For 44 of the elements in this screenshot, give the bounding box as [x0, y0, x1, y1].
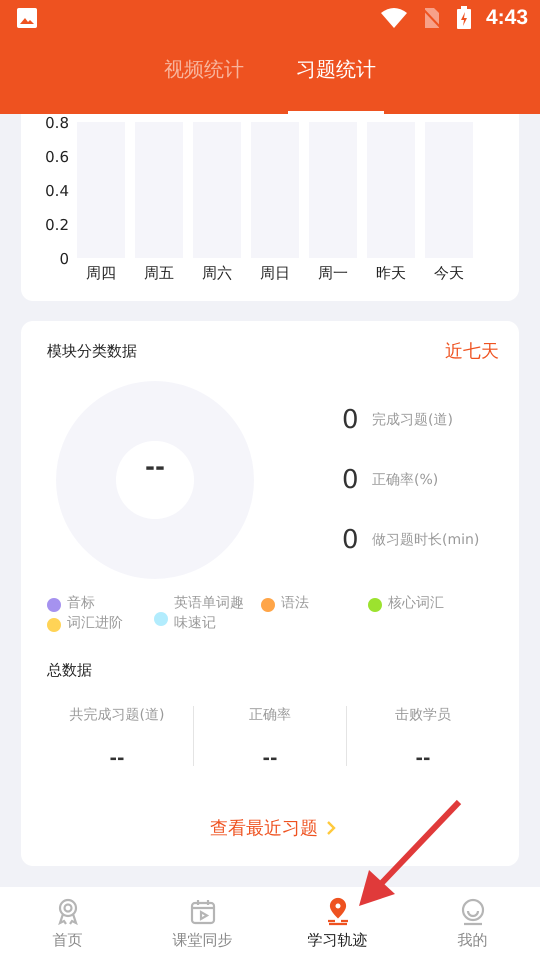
axis-category-label: 昨天: [376, 264, 406, 282]
axis-tick-label: 0.8: [45, 114, 69, 132]
axis-category-label: 周五: [144, 264, 174, 282]
axis-category-label: 今天: [434, 264, 464, 282]
tab[interactable]: 视频统计: [156, 36, 252, 114]
legend-label: 核心词汇: [388, 594, 444, 613]
stat-label: 完成习题(道): [372, 411, 453, 429]
total-value: --: [110, 748, 124, 769]
axis-tick-label: 0.6: [45, 148, 69, 166]
stat-value: 0: [342, 525, 358, 555]
clock-time: 4:43: [486, 6, 528, 30]
section-title: 模块分类数据: [47, 342, 137, 360]
stat-value: 0: [342, 405, 358, 435]
total-value: --: [416, 748, 430, 769]
axis-category-label: 周一: [318, 264, 348, 282]
stat-label: 正确率(%): [372, 471, 438, 489]
donut-center-value: --: [144, 453, 166, 481]
chevron-right-icon: [326, 820, 336, 836]
legend-label: 英语单词趣味速记: [174, 594, 245, 633]
date-range-link[interactable]: 近七天: [445, 339, 499, 363]
stat-label: 做习题时长(min): [372, 531, 480, 549]
nav-tab[interactable]: 学习轨迹: [270, 887, 405, 960]
battery-charging-icon: [456, 6, 472, 30]
nav-tab[interactable]: 我的: [405, 887, 540, 960]
total-label: 共完成习题(道): [70, 706, 164, 724]
image-icon: [16, 7, 38, 29]
axis-tick-label: 0.4: [45, 182, 69, 200]
recent-exercises-link[interactable]: 查看最近习题: [210, 816, 336, 840]
axis-tick-label: 0: [59, 250, 69, 268]
axis-category-label: 周四: [86, 264, 116, 282]
total-label: 击败学员: [395, 706, 451, 724]
nav-tab[interactable]: 课堂同步: [135, 887, 270, 960]
stat-value: 0: [342, 465, 358, 495]
axis-tick-label: 0.2: [45, 216, 69, 234]
total-label: 正确率: [249, 706, 291, 724]
legend-label: 音标: [67, 594, 95, 613]
section-title: 总数据: [47, 661, 93, 680]
total-value: --: [262, 748, 278, 769]
nav-tab[interactable]: 首页: [0, 887, 135, 960]
legend-label: 语法: [281, 594, 309, 613]
axis-category-label: 周日: [260, 264, 290, 282]
legend-label: 词汇进阶: [67, 614, 123, 633]
axis-category-label: 周六: [202, 264, 232, 282]
wifi-icon: [380, 7, 408, 29]
